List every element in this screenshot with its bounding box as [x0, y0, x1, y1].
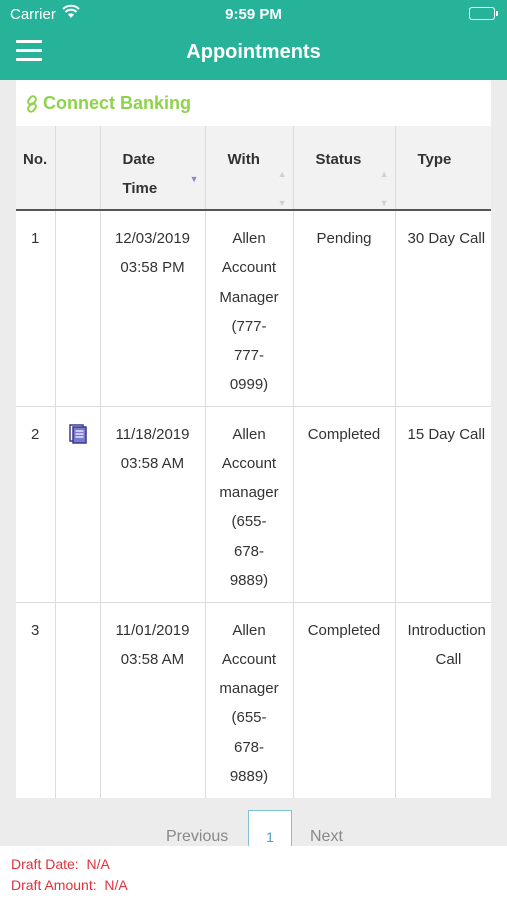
header-time: Time: [122, 180, 158, 197]
draft-info: Draft Date: N/A Draft Amount: N/A: [0, 846, 507, 900]
cell-date-time: 11/18/2019 03:58 AM: [100, 406, 206, 603]
cell-date-time: 11/01/2019 03:58 AM: [100, 602, 206, 798]
header-no[interactable]: No.: [16, 126, 56, 211]
status-bar: Carrier 9:59 PM: [0, 0, 507, 28]
table-row[interactable]: 1 12/03/2019 03:58 PM Allen Account Manager (7…: [16, 210, 491, 407]
cell-with: Allen Account manager (655- 678- 9889): [205, 406, 294, 603]
cell-status: Completed: [293, 406, 396, 603]
cell-date-time: 12/03/2019 03:58 PM: [100, 210, 206, 407]
draft-date-value: N/A: [86, 856, 110, 872]
table-header-row: No. Date Time ▼ With ▲ ▼ Status ▲ ▼ Type: [16, 126, 491, 211]
appointments-table: No. Date Time ▼ With ▲▼ Status ▲▼ Type: [16, 126, 491, 798]
nav-bar: Appointments: [0, 28, 507, 80]
connect-banking-label: Connect Banking: [43, 93, 192, 113]
cell-status: Pending: [293, 210, 396, 407]
draft-amount-value: N/A: [104, 877, 128, 893]
header-doc: [55, 126, 101, 211]
appointments-card: Connect Banking No. Date Time ▼ With ▲ ▼ …: [16, 80, 491, 798]
clock: 9:59 PM: [225, 6, 282, 23]
page-title: Appointments: [186, 41, 321, 63]
header-date-time[interactable]: Date Time ▼: [100, 126, 206, 211]
cell-type: 15 Day Call: [395, 406, 491, 603]
cell-with: Allen Account Manager (777- 777- 0999): [205, 210, 294, 407]
cell-type: 30 Day Call: [395, 210, 491, 407]
sort-icon: ▲ ▼: [277, 169, 287, 208]
header-date: Date: [122, 151, 156, 168]
header-type[interactable]: Type: [395, 126, 491, 211]
draft-amount-label: Draft Amount:: [11, 877, 97, 893]
sort-icon: ▲ ▼: [379, 169, 389, 208]
previous-page-button[interactable]: Previous: [166, 828, 228, 846]
cell-no: 1: [16, 210, 56, 407]
header-with[interactable]: With ▲ ▼: [205, 126, 294, 211]
cell-no: 3: [16, 602, 56, 798]
sort-desc-icon: ▼: [189, 174, 199, 184]
cell-doc: [55, 406, 101, 603]
cell-type: Introduction Call: [395, 602, 491, 798]
link-icon: [27, 94, 37, 113]
page-1-button[interactable]: 1: [248, 810, 292, 850]
cell-doc: [55, 602, 101, 798]
draft-date-line: Draft Date: N/A: [11, 854, 507, 875]
draft-amount-line: Draft Amount: N/A: [11, 875, 507, 896]
cell-no: 2: [16, 406, 56, 603]
document-icon[interactable]: [68, 423, 87, 454]
cell-status: Completed: [293, 602, 396, 798]
cell-doc: [55, 210, 101, 407]
table-row[interactable]: 3 11/01/2019 03:58 AM Allen Account manager (6…: [16, 602, 491, 798]
table-row[interactable]: 2 11/18/2019 03:58 AM Allen Account manager (6…: [16, 406, 491, 603]
draft-date-label: Draft Date:: [11, 856, 79, 872]
header-status[interactable]: Status ▲ ▼: [293, 126, 396, 211]
pagination: Previous 1 Next: [0, 810, 507, 850]
connect-banking-link[interactable]: Connect Banking: [24, 93, 191, 114]
next-page-button[interactable]: Next: [310, 828, 343, 846]
cell-with: Allen Account manager (655- 678- 9889): [205, 602, 294, 798]
battery-icon: [469, 7, 498, 20]
